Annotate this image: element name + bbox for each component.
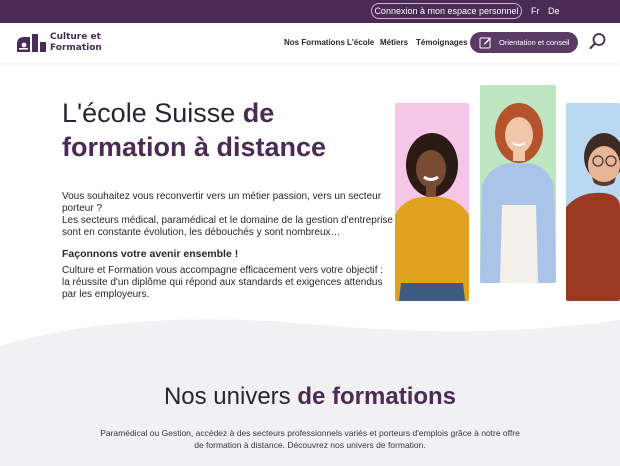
student-illustration-3 (566, 133, 620, 301)
hero-slogan: Façonnons votre avenir ensemble ! (62, 248, 239, 260)
section-title-regular: Nos univers (163, 383, 298, 410)
logo-line-2: Formation (50, 43, 102, 53)
nav-nos-formations[interactable]: Nos Formations (284, 38, 345, 48)
nav-ecole[interactable]: L'école (347, 38, 374, 48)
edit-icon (479, 37, 491, 49)
student-illustration-1 (395, 133, 469, 301)
logo-line-1: Culture et (50, 32, 101, 42)
hero-title: L'école Suisse de formation à distance (62, 96, 392, 164)
logo-mark-icon (17, 34, 46, 52)
hero-title-regular: L'école Suisse (62, 98, 243, 128)
student-photo-3 (566, 103, 620, 301)
student-photo-1 (395, 103, 469, 301)
top-bar: Connexion à mon espace personnel Fr De (0, 0, 620, 23)
student-photo-2 (480, 85, 556, 283)
orientation-conseil-button[interactable]: Orientation et conseil (470, 32, 578, 53)
hero-paragraph-1: Vous souhaitez vous reconvertir vers un … (62, 191, 382, 214)
language-fr-link[interactable]: Fr (531, 5, 540, 17)
nav-metiers[interactable]: Métiers (380, 38, 408, 48)
hero-paragraph-2: Les secteurs médical, paramédical et le … (62, 215, 393, 238)
orientation-conseil-label: Orientation et conseil (499, 38, 570, 47)
site-logo[interactable]: Culture et Formation (16, 32, 104, 56)
search-icon[interactable] (589, 32, 607, 50)
account-login-button[interactable]: Connexion à mon espace personnel (371, 3, 522, 19)
language-de-link[interactable]: De (548, 5, 560, 17)
hero-paragraph-3: Culture et Formation vous accompagne eff… (62, 265, 384, 276)
main-header: Culture et Formation Nos Formations L'éc… (0, 23, 620, 63)
student-illustration-2 (480, 103, 556, 283)
logo-wordmark: Culture et Formation (50, 32, 120, 54)
section-subtitle: Paramédical ou Gestion, accédez à des se… (100, 428, 520, 450)
nav-temoignages[interactable]: Témoignages (416, 38, 468, 48)
section-title: Nos univers de formations (0, 382, 620, 412)
section-title-strong: de formations (297, 383, 457, 410)
